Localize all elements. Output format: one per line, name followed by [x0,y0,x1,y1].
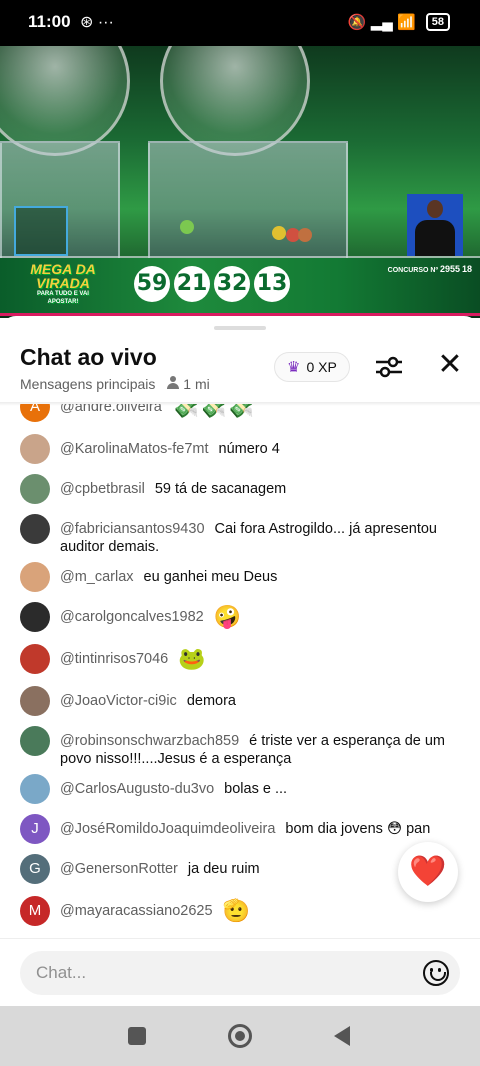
message-text: ja deu ruim [187,861,260,877]
avatar[interactable] [20,686,50,716]
chat-title: Chat ao vivo [20,344,157,370]
chat-input-bar [0,938,480,1006]
message-author[interactable]: @GenersonRotter [60,861,178,877]
notification-icons: ⊛ ··· [80,14,114,31]
message-author[interactable]: @cpbetbrasil [60,481,145,497]
message-author[interactable]: @JoséRomildoJoaquimdeoliveira [60,821,275,837]
message-text: bolas e ... [224,781,288,797]
drawn-number: 32 [214,266,250,302]
avatar[interactable] [20,602,50,632]
draw-results-banner: MEGA DA VIRADA PARA TUDO E VAI APOSTAR! … [0,258,480,316]
lottery-ball [298,228,312,242]
viewer-count: 1 mi [167,376,210,392]
chat-input[interactable] [20,951,460,995]
message-text: bom dia jovens 😳 pan [285,821,431,837]
heart-icon: ❤️ [409,855,447,888]
avatar[interactable] [20,562,50,592]
message-author[interactable]: @andre.oliveira [60,404,162,415]
battery-icon: 58 [425,13,450,31]
filter-settings-icon[interactable] [374,354,404,380]
message-author[interactable]: @tintinrisos7046 [60,651,168,667]
message-author[interactable]: @KarolinaMatos-fe7mt [60,441,209,457]
avatar[interactable] [20,514,50,544]
concurso-number: 2955 [440,264,461,274]
avatar[interactable] [20,774,50,804]
drawn-numbers: 59 21 32 13 [134,266,290,302]
close-icon[interactable]: ✕ [436,350,464,380]
system-icons: 🔕 ▂▄ 📶 58 [348,13,450,31]
drawn-number: 21 [174,266,210,302]
avatar[interactable] [20,434,50,464]
avatar[interactable]: G [20,854,50,884]
message-author[interactable]: @m_carlax [60,569,134,585]
drag-handle[interactable] [214,326,266,330]
lottery-ball [180,220,194,234]
avatar[interactable]: A [20,404,50,422]
recent-apps-icon[interactable] [128,1027,146,1045]
message-text: 🫡 [222,898,250,924]
crown-icon: ♛ [287,359,301,376]
lottery-globe-right [160,46,310,156]
message-text: 59 tá de sacanagem [154,481,287,497]
message-author[interactable]: @carolgoncalves1982 [60,609,204,625]
sign-language-interpreter [407,194,463,256]
avatar[interactable] [20,474,50,504]
person-icon [167,376,180,389]
drawn-number: 13 [254,266,290,302]
message-text: 🐸 [178,646,206,672]
message-text: número 4 [218,441,280,457]
avatar[interactable]: M [20,896,50,926]
lottery-ball [272,226,286,240]
chat-mode-label: Mensagens principais [20,376,156,392]
system-navigation-bar [0,1006,480,1066]
message-author[interactable]: @JoaoVictor-ci9ic [60,693,177,709]
age-rating-badge: 18 [461,264,472,274]
status-bar: 11:00 ⊛ ··· 🔕 ▂▄ 📶 58 [0,0,480,46]
live-chat-panel: Chat ao vivo Mensagens principais 1 mi ♛… [0,316,480,1006]
avatar[interactable] [20,644,50,674]
concurso-info: CONCURSO Nº 2955 18 [387,264,472,274]
message-text: 🤪 [213,604,242,630]
camera-inset [14,206,68,256]
home-icon[interactable] [228,1024,252,1048]
mega-da-virada-logo: MEGA DA VIRADA PARA TUDO E VAI APOSTAR! [30,261,96,305]
message-author[interactable]: @mayaracassiano2625 [60,903,213,919]
xp-label: 0 XP [306,359,337,375]
status-time: 11:00 [28,12,71,31]
message-author[interactable]: @CarlosAugusto-du3vo [60,781,214,797]
message-text: 💸💸💸 [171,404,254,420]
machine-stand-right [148,141,348,261]
avatar[interactable] [20,726,50,756]
lottery-globe-left [0,46,130,156]
live-video-player[interactable]: MEGA DA VIRADA PARA TUDO E VAI APOSTAR! … [0,46,480,318]
chat-mode-selector[interactable]: Mensagens principais 1 mi [20,376,210,392]
heart-reaction-button[interactable]: ❤️ [398,842,458,902]
message-text: demora [186,693,236,709]
emoji-picker-icon[interactable] [423,960,449,986]
message-author[interactable]: @robinsonschwarzbach859 [60,733,239,749]
drawn-number: 59 [134,266,170,302]
message-author[interactable]: @fabriciansantos9430 [60,521,205,537]
message-text: eu ganhei meu Deus [143,569,278,585]
signal-wifi-icons: 🔕 ▂▄ 📶 [347,14,416,31]
xp-button[interactable]: ♛ 0 XP [274,352,350,382]
avatar[interactable]: J [20,814,50,844]
back-icon[interactable] [334,1026,350,1046]
